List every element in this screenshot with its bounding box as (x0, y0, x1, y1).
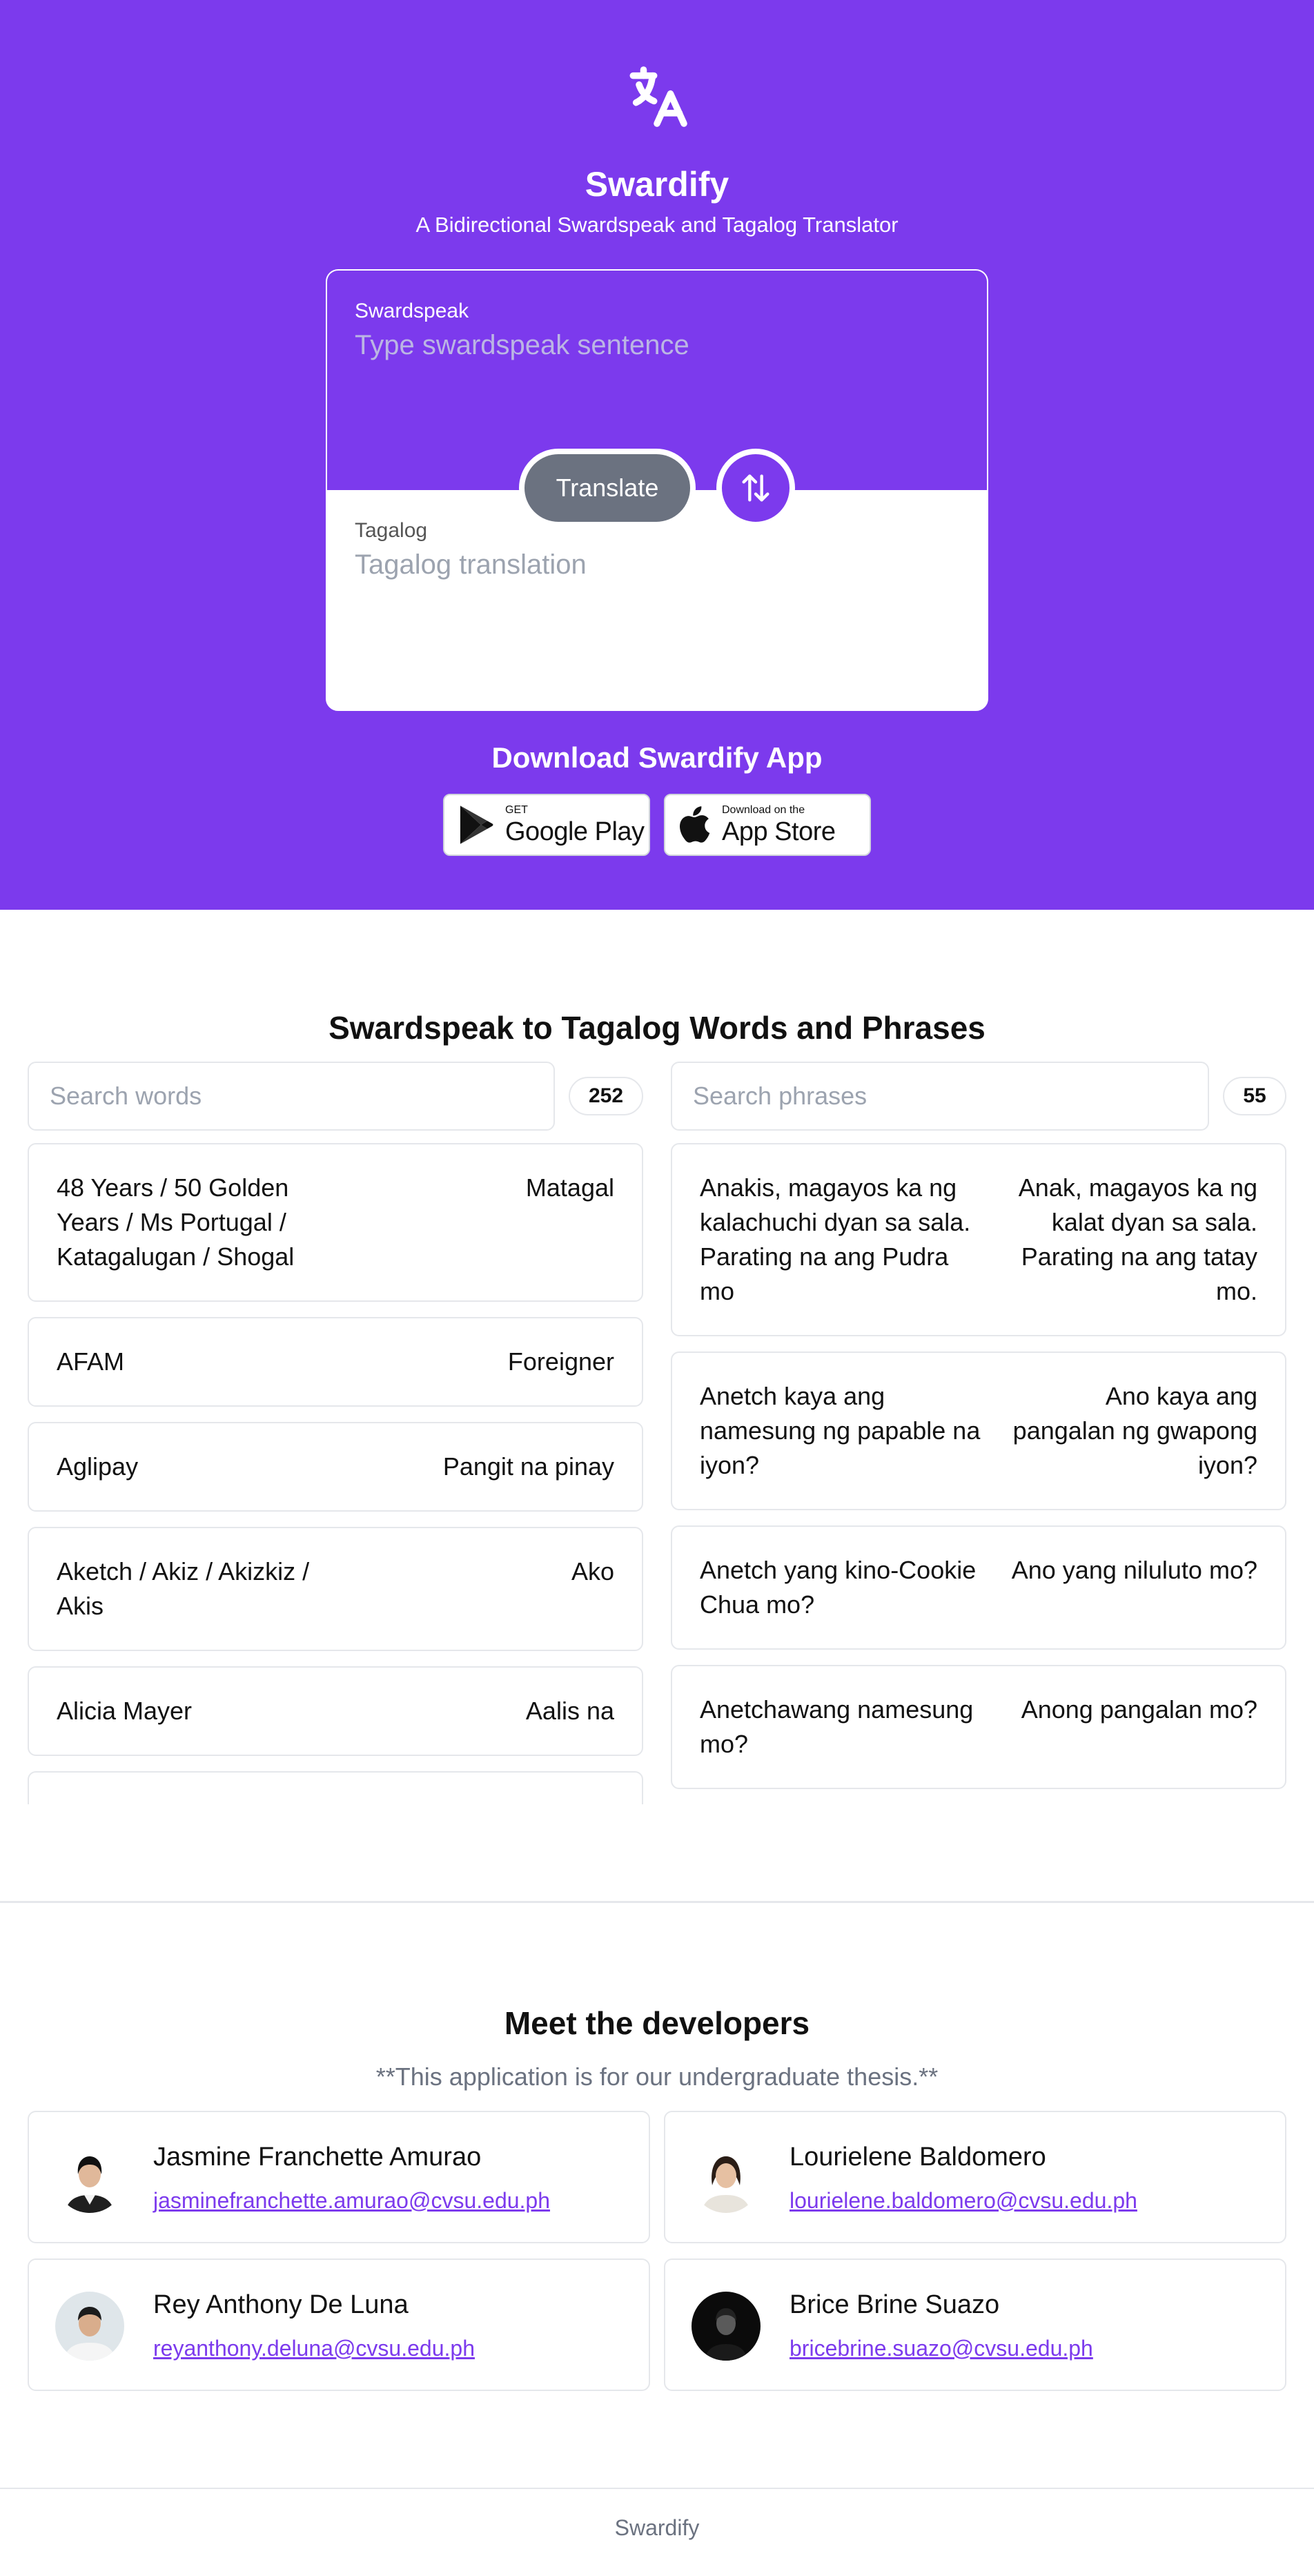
word-swardspeak: AFAM (57, 1347, 125, 1376)
swap-button[interactable] (716, 449, 795, 527)
search-words-input[interactable] (28, 1062, 555, 1131)
app-subtitle: A Bidirectional Swardspeak and Tagalog T… (415, 213, 899, 237)
developer-email-link[interactable]: bricebrine.suazo@cvsu.edu.ph (790, 2336, 1093, 2361)
word-tagalog: Aalis na (525, 1697, 614, 1725)
dictionary-title: Swardspeak to Tagalog Words and Phrases (328, 1010, 986, 1046)
word-swardspeak: Alicia Mayer (57, 1697, 193, 1725)
phrase-tagalog: Anong pangalan mo? (1021, 1695, 1257, 1724)
word-entry: AFAM Foreigner (28, 1317, 643, 1407)
swap-vertical-icon (742, 474, 769, 502)
word-swardspeak: 48 Years / 50 Golden Years / Ms Portugal… (57, 1173, 295, 1271)
developer-card: Brice Brine Suazo bricebrine.suazo@cvsu.… (664, 2258, 1286, 2391)
target-label: Tagalog (355, 519, 428, 542)
phrase-swardspeak: Anetch kaya ang namesung ng papable na i… (700, 1382, 981, 1479)
source-label: Swardspeak (355, 300, 469, 322)
word-entry: 48 Years / 50 Golden Years / Ms Portugal… (28, 1143, 643, 1302)
google-play-button[interactable]: GET Google Play (443, 794, 650, 856)
words-list[interactable]: 48 Years / 50 Golden Years / Ms Portugal… (28, 1143, 643, 1804)
translate-icon (629, 66, 687, 127)
phrase-tagalog: Anak, magayos ka ng kalat dyan sa sala. … (1018, 1173, 1257, 1305)
developer-name: Brice Brine Suazo (790, 2290, 1000, 2319)
phrase-entry: Anetch kaya ang namesung ng papable na i… (671, 1352, 1286, 1510)
google-play-icon (460, 806, 493, 844)
phrase-tagalog: Ano kaya ang pangalan ng gwapong iyon? (1012, 1382, 1257, 1479)
google-play-big-text: Google Play (505, 817, 645, 846)
tagalog-output[interactable] (355, 549, 962, 580)
developer-email-link[interactable]: lourielene.baldomero@cvsu.edu.ph (790, 2188, 1137, 2214)
developer-email-link[interactable]: jasminefranchette.amurao@cvsu.edu.ph (153, 2188, 550, 2214)
avatar (692, 2292, 761, 2361)
phrase-entry: Anetchawang namesung mo? Anong pangalan … (671, 1665, 1286, 1789)
developer-card: Rey Anthony De Luna reyanthony.deluna@cv… (28, 2258, 650, 2391)
app-title: Swardify (585, 165, 729, 204)
words-count-badge: 252 (569, 1077, 643, 1115)
phrase-swardspeak: Anetch yang kino-Cookie Chua mo? (700, 1556, 977, 1619)
footer-divider (0, 2488, 1314, 2489)
download-title: Download Swardify App (491, 741, 823, 774)
developers-note: **This application is for our undergradu… (375, 2062, 939, 2091)
word-tagalog: Foreigner (507, 1347, 614, 1376)
developer-email-link[interactable]: reyanthony.deluna@cvsu.edu.ph (153, 2336, 475, 2361)
translate-button[interactable]: Translate (519, 449, 696, 527)
word-tagalog: Matagal (525, 1173, 614, 1202)
app-store-button[interactable]: Download on the App Store (664, 794, 871, 856)
word-entry: Aglipay Pangit na pinay (28, 1422, 643, 1512)
apple-icon (680, 806, 710, 843)
developer-card: Jasmine Franchette Amurao jasminefranche… (28, 2111, 650, 2243)
word-tagalog: Pangit na pinay (442, 1452, 614, 1481)
swardspeak-input[interactable] (355, 330, 962, 361)
word-tagalog: Ako (571, 1557, 614, 1585)
app-store-big-text: App Store (722, 817, 836, 846)
developer-name: Rey Anthony De Luna (153, 2290, 409, 2319)
developer-card: Lourielene Baldomero lourielene.baldomer… (664, 2111, 1286, 2243)
phrase-entry: Anakis, magayos ka ng kalachuchi dyan sa… (671, 1143, 1286, 1336)
hero-section: Swardify A Bidirectional Swardspeak and … (0, 0, 1314, 910)
developers-title: Meet the developers (504, 2005, 810, 2041)
word-entry-partial (28, 1771, 643, 1804)
app-store-small-text: Download on the (722, 804, 805, 816)
phrase-tagalog: Ano yang niluluto mo? (1011, 1556, 1257, 1584)
phrase-swardspeak: Anetchawang namesung mo? (700, 1695, 974, 1758)
google-play-small-text: GET (505, 804, 528, 816)
footer-text: Swardify (614, 2515, 700, 2540)
section-divider (0, 1901, 1314, 1903)
phrases-list[interactable]: Anakis, magayos ka ng kalachuchi dyan sa… (671, 1143, 1286, 1804)
word-entry: Aketch / Akiz / Akizkiz / Akis Ako (28, 1527, 643, 1651)
phrase-entry: Anetch yang kino-Cookie Chua mo? Ano yan… (671, 1525, 1286, 1650)
developer-name: Jasmine Franchette Amurao (153, 2143, 482, 2172)
word-entry: Alicia Mayer Aalis na (28, 1666, 643, 1756)
phrase-swardspeak: Anakis, magayos ka ng kalachuchi dyan sa… (700, 1173, 971, 1305)
avatar (55, 2144, 124, 2213)
avatar (692, 2144, 761, 2213)
word-swardspeak: Aketch / Akiz / Akizkiz / Akis (57, 1557, 310, 1620)
developer-name: Lourielene Baldomero (790, 2143, 1046, 2172)
phrases-count-badge: 55 (1223, 1077, 1286, 1115)
search-phrases-input[interactable] (671, 1062, 1209, 1131)
avatar (55, 2292, 124, 2361)
word-swardspeak: Aglipay (57, 1452, 139, 1481)
